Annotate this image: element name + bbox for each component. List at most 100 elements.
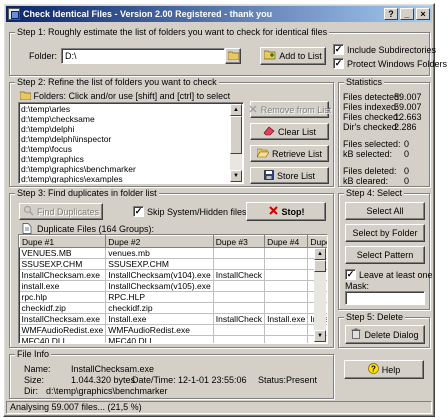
table-cell: [264, 302, 309, 314]
column-header[interactable]: Dupe #4: [264, 235, 309, 248]
table-cell: [213, 258, 266, 270]
folder-list-item[interactable]: d:\temp\graphics: [19, 154, 243, 164]
table-row[interactable]: VENUES.MB venues.mb: [19, 247, 327, 259]
remove-from-list-button[interactable]: Remove from List: [249, 101, 331, 118]
table-cell: rpc.hlp: [19, 291, 107, 303]
folders-list[interactable]: d:\temp\arles d:\temp\checksame d:\temp\de…: [18, 102, 244, 184]
files-checked-value: 12.663: [394, 112, 422, 122]
status-bar: Analysing 59.007 files... (21,5 %): [6, 401, 432, 414]
duplicates-grid[interactable]: Dupe #1Dupe #2Dupe #3Dupe #4Dupe #5 VENU…: [18, 234, 328, 344]
table-cell: [264, 269, 309, 281]
stop-button[interactable]: Stop!: [246, 202, 326, 221]
retrieve-list-button[interactable]: Retrieve List: [250, 145, 329, 162]
include-subdirs-checkbox[interactable]: ✓ Include Subdirectories: [333, 44, 436, 55]
find-duplicates-label: Find Duplicates: [36, 206, 100, 217]
fileinfo-group: File Info Name: InstallChecksam.exe Size…: [9, 349, 334, 399]
files-deleted-label: Files deleted:: [343, 166, 397, 176]
add-to-list-button[interactable]: Add to List: [260, 47, 326, 65]
folder-list-item[interactable]: d:\temp\arles: [19, 104, 243, 114]
name-label: Name:: [24, 364, 51, 374]
folder-list-item[interactable]: d:\temp\graphics\benchmarker: [19, 164, 243, 174]
scroll-down-icon[interactable]: ▼: [314, 330, 326, 342]
table-row[interactable]: install.exe InstallChecksam(v105).exe: [19, 280, 327, 292]
table-cell: InstallCheck: [213, 313, 266, 325]
step3-group: Step 3: Find duplicates in folder list F…: [9, 188, 334, 348]
protect-windows-label: Protect Windows Folders: [347, 58, 448, 69]
retrieve-list-label: Retrieve List: [271, 148, 323, 159]
folder-list-item[interactable]: d:\temp\graphics\examples: [19, 174, 243, 183]
files-selected-label: Files selected:: [343, 139, 401, 149]
table-cell: InstallChecksam.exe: [19, 313, 107, 325]
kb-cleared-label: kB cleared:: [343, 176, 389, 186]
duplicate-files-header-text: Duplicate Files (164 Groups):: [37, 224, 155, 234]
folder-icon: [227, 51, 239, 62]
table-row[interactable]: InstallChecksam.exe Install.exe InstallChe…: [19, 313, 327, 325]
select-pattern-button[interactable]: Select Pattern: [345, 246, 425, 264]
kb-selected-label: kB selected:: [343, 149, 393, 159]
table-row[interactable]: MFC40.DLL MFC40.DLL: [19, 335, 327, 343]
files-selected-value: 0: [404, 139, 410, 149]
table-cell: MFC40.DLL: [19, 335, 107, 343]
delete-dialog-button[interactable]: Delete Dialog: [345, 325, 425, 344]
leave-one-checkbox[interactable]: ✓ Leave at least one: [345, 269, 433, 280]
files-detected-label: Files detected:: [343, 92, 402, 102]
table-cell: InstallCheck: [213, 269, 266, 281]
find-duplicates-button[interactable]: Find Duplicates: [19, 203, 103, 220]
folder-add-icon: [263, 50, 276, 62]
scroll-up-icon[interactable]: ▲: [314, 248, 326, 260]
close-button[interactable]: ×: [416, 8, 430, 20]
table-row[interactable]: rpc.hlp RPC.HLP: [19, 291, 327, 303]
table-cell: MFC40.DLL: [105, 335, 214, 343]
scroll-up-icon[interactable]: ▲: [230, 104, 242, 116]
folder-list-item[interactable]: d:\temp\focus: [19, 144, 243, 154]
browse-folder-button[interactable]: [225, 48, 241, 64]
check-mark-icon: ✓: [333, 44, 344, 55]
duplicates-scrollbar[interactable]: ▲ ▼: [314, 248, 326, 342]
minimize-button[interactable]: _: [400, 8, 414, 20]
status-value: Present: [286, 375, 318, 385]
clear-list-button[interactable]: Clear List: [250, 123, 329, 140]
dir-label: Dir:: [24, 386, 38, 396]
folders-rows: d:\temp\arles d:\temp\checksame d:\temp\de…: [19, 103, 243, 183]
folder-input[interactable]: D:\: [61, 48, 225, 64]
select-all-button[interactable]: Select All: [345, 202, 425, 220]
open-folder-icon: [256, 148, 270, 160]
help-button[interactable]: ? Help: [344, 360, 424, 379]
folder-list-item[interactable]: d:\temp\checksame: [19, 114, 243, 124]
table-cell: InstallChecksam(v105).exe: [105, 280, 214, 292]
folder-list-item[interactable]: d:\temp\delphi: [19, 124, 243, 134]
skip-system-checkbox[interactable]: ✓ Skip System/Hidden files: [133, 206, 247, 217]
table-row[interactable]: InstallChecksam.exe InstallChecksam(v104)…: [19, 269, 327, 281]
folders-scrollbar[interactable]: ▲ ▼: [230, 104, 242, 182]
select-by-folder-button[interactable]: Select by Folder: [345, 224, 425, 242]
folders-hint: Folders: Click and/or use [shift] and [c…: [19, 91, 230, 101]
scroll-thumb[interactable]: [314, 260, 326, 272]
table-cell: [264, 291, 309, 303]
check-mark-icon: ✓: [133, 206, 144, 217]
step3-legend: Step 3: Find duplicates in folder list: [15, 188, 159, 198]
step4-legend: Step 4: Select: [344, 188, 405, 198]
title-bar[interactable]: Check Identical Files - Version 2.00 Reg…: [6, 6, 432, 22]
add-to-list-label: Add to List: [279, 51, 322, 61]
floppy-disk-icon: [264, 169, 274, 182]
dir-value: d:\temp\graphics\benchmarker: [46, 386, 168, 396]
protect-windows-checkbox[interactable]: ✓ Protect Windows Folders: [333, 58, 447, 69]
column-header[interactable]: Dupe #5: [307, 235, 327, 248]
scroll-down-icon[interactable]: ▼: [230, 170, 242, 182]
column-header[interactable]: Dupe #1: [19, 235, 107, 248]
leave-one-label: Leave at least one: [359, 269, 433, 280]
scroll-thumb[interactable]: [230, 116, 242, 154]
table-cell: [213, 302, 266, 314]
column-header[interactable]: Dupe #3: [212, 235, 266, 248]
step5-legend: Step 5: Delete: [344, 312, 406, 322]
help-title-button[interactable]: ?: [384, 8, 398, 20]
folder-list-item[interactable]: d:\temp\delphi\inspector: [19, 134, 243, 144]
stop-x-icon: [268, 205, 279, 218]
mask-input[interactable]: [345, 291, 425, 305]
table-row[interactable]: checkidf.zip checkidf.zip: [19, 302, 327, 314]
column-header[interactable]: Dupe #2: [105, 235, 214, 248]
table-row[interactable]: SSUSEXP.CHM SSUSEXP.CHM: [19, 258, 327, 270]
table-row[interactable]: WMFAudioRedist.exe WMFAudioRedist.exe: [19, 324, 327, 336]
store-list-button[interactable]: Store List: [250, 167, 329, 184]
statistics-group: Statistics Files detected: 59.007 Files …: [338, 77, 430, 187]
